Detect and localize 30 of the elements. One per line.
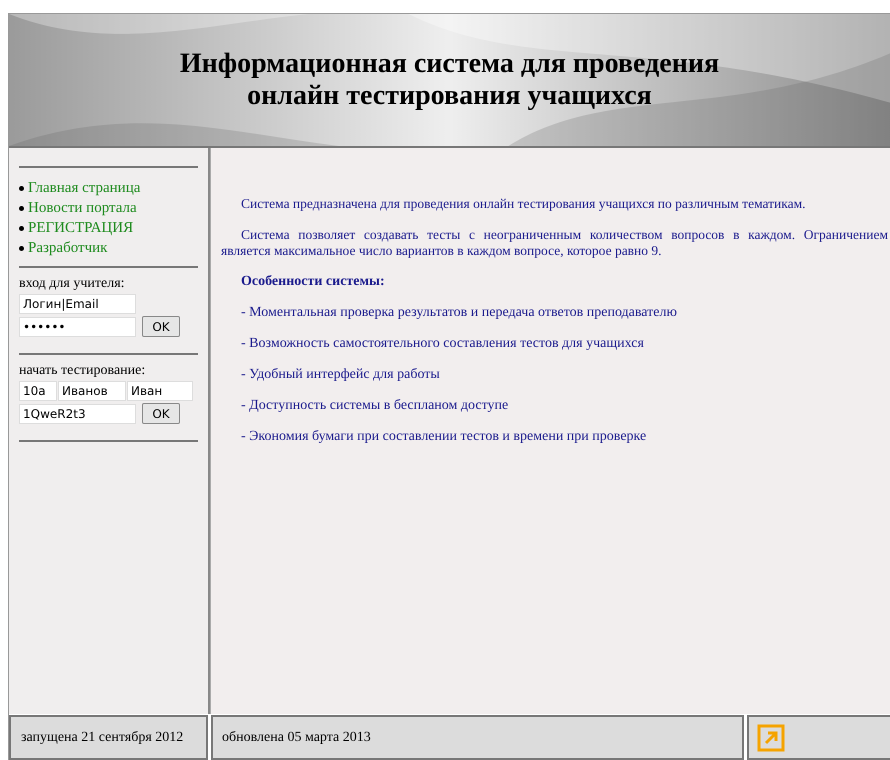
input-field[interactable]: 1QweR2t3 <box>19 404 136 424</box>
feature-item: - Удобный интерфейс для работы <box>240 367 441 383</box>
ok-button[interactable]: OK <box>142 316 180 337</box>
input-field[interactable]: •••••• <box>19 316 136 336</box>
nav-link[interactable]: РЕГИСТРАЦИЯ <box>28 218 134 238</box>
section-heading: Особенности системы: <box>240 274 386 290</box>
site-title: Информационная система для проведения онлайн тестирования учащихся <box>180 48 720 112</box>
feature-item: - Экономия бумаги при составлении тестов и времени при проверке <box>240 429 648 445</box>
ok-button[interactable]: OK <box>142 403 180 424</box>
update-date: обновлена 05 марта 2013 <box>211 715 744 760</box>
input-field[interactable]: Иван <box>127 381 193 401</box>
bullet-icon <box>19 226 24 230</box>
input-field[interactable]: Логин|Email <box>19 294 136 314</box>
input-field[interactable]: 10а <box>19 381 57 401</box>
nav-link[interactable]: Новости портала <box>28 198 137 218</box>
bullet-icon <box>19 246 24 250</box>
paragraph: Система позволяет создавать тесты с неограниченным количеством вопросов в каждом. Ограничением является максимальное число вариантов в каждом вопросе, которое равно 9. <box>221 227 889 259</box>
feature-item: - Возможность самостоятельного составления тестов для учащихся <box>240 336 645 352</box>
paragraph: Система предназначена для проведения онлайн тестирования учащихся по различным тематикам. <box>240 196 807 212</box>
nav-link[interactable]: Главная страница <box>28 178 140 198</box>
input-field[interactable]: Иванов <box>58 381 126 401</box>
feature-item: - Доступность системы в беспланом доступе <box>240 398 510 414</box>
external-link-icon[interactable] <box>757 724 785 752</box>
feature-item: - Моментальная проверка результатов и передача ответов преподавателю <box>240 305 678 321</box>
form-label: начать тестирование: <box>19 363 146 379</box>
launch-date: запущена 21 сентября 2012 <box>9 715 208 760</box>
bullet-icon <box>19 186 24 190</box>
nav-link[interactable]: Разработчик <box>28 238 108 258</box>
form-label: вход для учителя: <box>19 276 126 292</box>
bullet-icon <box>19 206 24 210</box>
